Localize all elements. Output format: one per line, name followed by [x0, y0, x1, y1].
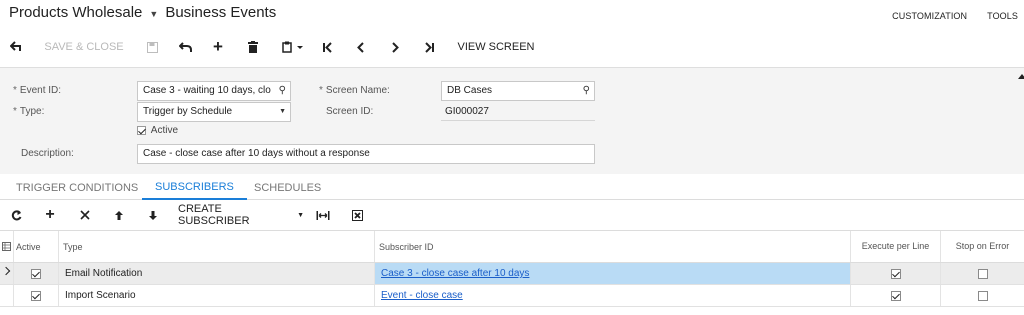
event-id-field[interactable]: Case 3 - waiting 10 days, clo ⚲ [137, 81, 291, 101]
col-stop-on-error-header[interactable]: Stop on Error [941, 231, 1024, 262]
back-icon[interactable] [6, 33, 28, 61]
row-type-cell[interactable]: Email Notification [59, 263, 375, 284]
create-subscriber-label: CREATE SUBSCRIBER [178, 203, 250, 227]
table-row[interactable]: Import Scenario Event - close case [0, 285, 1024, 307]
checkbox-icon [31, 290, 41, 301]
chevron-down-icon[interactable]: ▼ [149, 9, 158, 19]
type-select[interactable]: Trigger by Schedule ▼ [137, 102, 291, 122]
col-subscriber-id-header[interactable]: Subscriber ID [375, 231, 851, 262]
row-pointer-icon [0, 263, 14, 284]
row-stop-on-error-checkbox[interactable] [941, 263, 1024, 284]
screen-id-value: GI000027 [445, 106, 489, 117]
tab-schedules[interactable]: SCHEDULES [254, 175, 321, 200]
col-execute-per-line-header[interactable]: Execute per Line [851, 231, 941, 262]
chevron-down-icon[interactable]: ▼ [279, 108, 286, 115]
grid-toolbar: + CREATE SUBSCRIBER ▼ [0, 202, 1024, 228]
remove-row-icon[interactable] [77, 202, 93, 228]
screen-id-underline [441, 120, 595, 121]
row-stop-on-error-checkbox[interactable] [941, 285, 1024, 306]
add-row-icon[interactable]: + [42, 202, 58, 228]
tab-subscribers[interactable]: SUBSCRIBERS [142, 175, 247, 200]
page-header: Products Wholesale ▼ Business Events CUS… [0, 0, 1024, 32]
checkbox-icon [31, 268, 41, 279]
screen-id-label: Screen ID: [326, 106, 374, 117]
page-title: Business Events [165, 4, 277, 21]
screen-name-field[interactable]: DB Cases ⚲ [441, 81, 595, 101]
event-summary-form: * Event ID: Case 3 - waiting 10 days, clo… [0, 67, 1024, 174]
checkbox-icon [890, 268, 901, 279]
checkbox-icon [890, 290, 901, 301]
table-row[interactable]: Email Notification Case 3 - close case a… [0, 263, 1024, 285]
view-screen-button[interactable]: VIEW SCREEN [453, 33, 539, 61]
company-name[interactable]: Products Wholesale [9, 4, 142, 21]
refresh-icon[interactable] [8, 202, 24, 228]
row-gutter [0, 285, 14, 306]
tools-menu[interactable]: TOOLS [987, 11, 1018, 21]
move-down-icon[interactable] [145, 202, 161, 228]
export-excel-icon[interactable] [349, 202, 365, 228]
create-subscriber-button[interactable]: CREATE SUBSCRIBER ▼ [178, 202, 304, 228]
tab-bar: TRIGGER CONDITIONS SUBSCRIBERS SCHEDULES [0, 175, 1024, 200]
row-execute-per-line-checkbox[interactable] [851, 263, 941, 284]
fit-width-icon[interactable] [315, 202, 331, 228]
type-label: * Type: [13, 106, 45, 117]
row-active-checkbox[interactable] [14, 285, 59, 306]
description-field[interactable]: Case - close case after 10 days without … [137, 144, 595, 164]
collapse-caret-icon[interactable] [1018, 74, 1024, 79]
save-icon[interactable] [143, 33, 161, 61]
checkbox-icon [977, 268, 988, 279]
event-id-label: * Event ID: [13, 85, 62, 96]
chevron-down-icon: ▼ [297, 211, 304, 219]
checkbox-icon [977, 290, 988, 301]
active-checkbox[interactable]: Active [137, 125, 178, 136]
checkbox-icon [137, 125, 146, 135]
search-icon[interactable]: ⚲ [279, 85, 286, 96]
first-record-icon[interactable] [318, 33, 336, 61]
column-settings-icon[interactable] [0, 231, 14, 262]
breadcrumb: Products Wholesale ▼ Business Events [9, 4, 276, 21]
description-label: Description: [21, 148, 74, 159]
row-subscriber-link[interactable]: Case 3 - close case after 10 days [375, 263, 851, 284]
customization-menu[interactable]: CUSTOMIZATION [892, 11, 967, 21]
copy-paste-icon[interactable] [279, 33, 307, 61]
row-subscriber-link[interactable]: Event - close case [375, 285, 851, 306]
next-record-icon[interactable] [386, 33, 404, 61]
move-up-icon[interactable] [111, 202, 127, 228]
undo-icon[interactable] [176, 33, 194, 61]
tab-trigger-conditions[interactable]: TRIGGER CONDITIONS [16, 175, 138, 200]
col-active-header[interactable]: Active [14, 231, 59, 262]
col-type-header[interactable]: Type [59, 231, 375, 262]
search-icon[interactable]: ⚲ [583, 85, 590, 96]
last-record-icon[interactable] [420, 33, 438, 61]
save-close-button[interactable]: SAVE & CLOSE [40, 33, 128, 61]
main-toolbar: SAVE & CLOSE + VIEW SCREEN [0, 33, 1024, 61]
add-icon[interactable]: + [209, 33, 227, 61]
row-active-checkbox[interactable] [14, 263, 59, 284]
row-type-cell[interactable]: Import Scenario [59, 285, 375, 306]
delete-icon[interactable] [244, 33, 262, 61]
grid-header: Active Type Subscriber ID Execute per Li… [0, 230, 1024, 263]
screen-name-label: * Screen Name: [319, 85, 390, 96]
previous-record-icon[interactable] [351, 33, 369, 61]
row-execute-per-line-checkbox[interactable] [851, 285, 941, 306]
